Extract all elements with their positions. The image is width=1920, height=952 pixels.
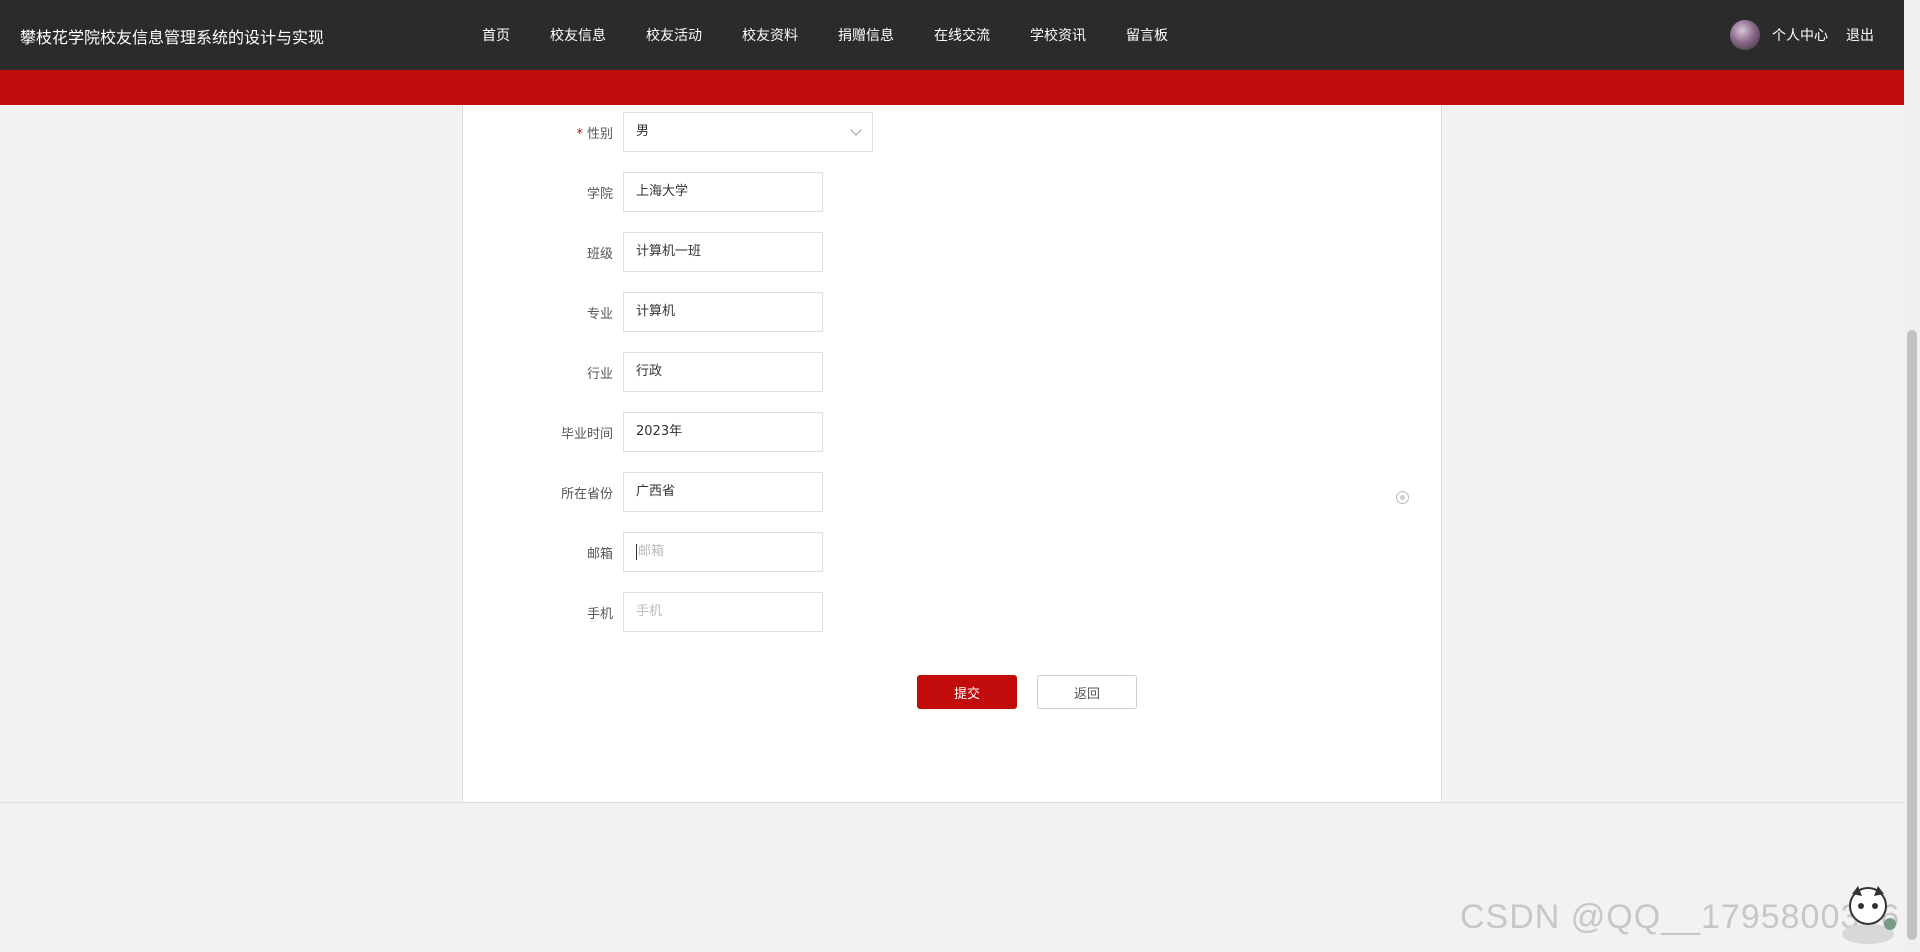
class-input[interactable]: 计算机一班 <box>623 232 823 272</box>
gender-select[interactable]: 男 <box>623 112 873 152</box>
major-input[interactable]: 计算机 <box>623 292 823 332</box>
scrollbar-thumb[interactable] <box>1907 330 1917 940</box>
mascot-sticker-icon <box>1842 886 1896 944</box>
gender-value: 男 <box>636 124 650 139</box>
major-row: 专业 计算机 <box>463 292 823 332</box>
province-label: 所在省份 <box>560 486 613 502</box>
class-label: 班级 <box>586 246 613 262</box>
nav-alumni-activities[interactable]: 校友活动 <box>646 25 702 45</box>
gender-row: * 性别 男 <box>463 112 873 152</box>
avatar[interactable] <box>1730 20 1760 50</box>
class-row: 班级 计算机一班 <box>463 232 823 272</box>
graduation-time-label: 毕业时间 <box>560 426 613 442</box>
banner-strip <box>0 70 1904 105</box>
chevron-down-icon <box>850 124 862 136</box>
clear-icon[interactable] <box>1396 491 1409 504</box>
province-input[interactable]: 广西省 <box>623 472 823 512</box>
college-row: 学院 上海大学 <box>463 172 823 212</box>
site-title: 攀枝花学院校友信息管理系统的设计与实现 <box>20 28 325 47</box>
email-label: 邮箱 <box>586 546 613 562</box>
logout-link[interactable]: 退出 <box>1846 25 1874 45</box>
required-mark: * <box>576 126 583 142</box>
college-label: 学院 <box>586 186 613 202</box>
email-placeholder: 邮箱 <box>638 544 665 559</box>
nav-alumni-materials[interactable]: 校友资料 <box>742 25 798 45</box>
back-button[interactable]: 返回 <box>1037 675 1137 709</box>
phone-label: 手机 <box>586 606 613 622</box>
industry-label: 行业 <box>586 366 613 382</box>
page-divider <box>0 802 1904 803</box>
nav-message-board[interactable]: 留言板 <box>1126 25 1168 45</box>
major-label: 专业 <box>586 306 613 322</box>
email-row: 邮箱 邮箱 <box>463 532 823 572</box>
phone-input[interactable]: 手机 <box>623 592 823 632</box>
nav-alumni-info[interactable]: 校友信息 <box>550 25 606 45</box>
province-row: 所在省份 广西省 <box>463 472 823 512</box>
nav-school-news[interactable]: 学校资讯 <box>1030 25 1086 45</box>
email-input[interactable]: 邮箱 <box>623 532 823 572</box>
graduation-time-row: 毕业时间 2023年 <box>463 412 823 452</box>
scrollbar[interactable] <box>1904 0 1920 952</box>
nav-donation-info[interactable]: 捐赠信息 <box>838 25 894 45</box>
gender-label: * 性别 <box>576 126 613 142</box>
phone-row: 手机 手机 <box>463 592 823 632</box>
main-nav: 首页 校友信息 校友活动 校友资料 捐赠信息 在线交流 学校资讯 留言板 <box>482 0 1208 70</box>
industry-input[interactable]: 行政 <box>623 352 823 392</box>
csdn-watermark: CSDN @QQ__1795800396 <box>1460 898 1901 936</box>
form-panel: * 性别 男 学院 上海大学 班级 计算机一班 专业 计算机 行业 行政 毕业时间… <box>462 105 1442 803</box>
user-area: 个人中心 退出 <box>1730 0 1874 70</box>
college-input[interactable]: 上海大学 <box>623 172 823 212</box>
graduation-time-input[interactable]: 2023年 <box>623 412 823 452</box>
industry-row: 行业 行政 <box>463 352 823 392</box>
top-navbar: 攀枝花学院校友信息管理系统的设计与实现 首页 校友信息 校友活动 校友资料 捐赠… <box>0 0 1904 70</box>
nav-online-chat[interactable]: 在线交流 <box>934 25 990 45</box>
submit-button[interactable]: 提交 <box>917 675 1017 709</box>
phone-placeholder: 手机 <box>636 604 663 619</box>
text-cursor <box>636 543 637 560</box>
user-center-link[interactable]: 个人中心 <box>1772 25 1828 45</box>
nav-home[interactable]: 首页 <box>482 25 510 45</box>
